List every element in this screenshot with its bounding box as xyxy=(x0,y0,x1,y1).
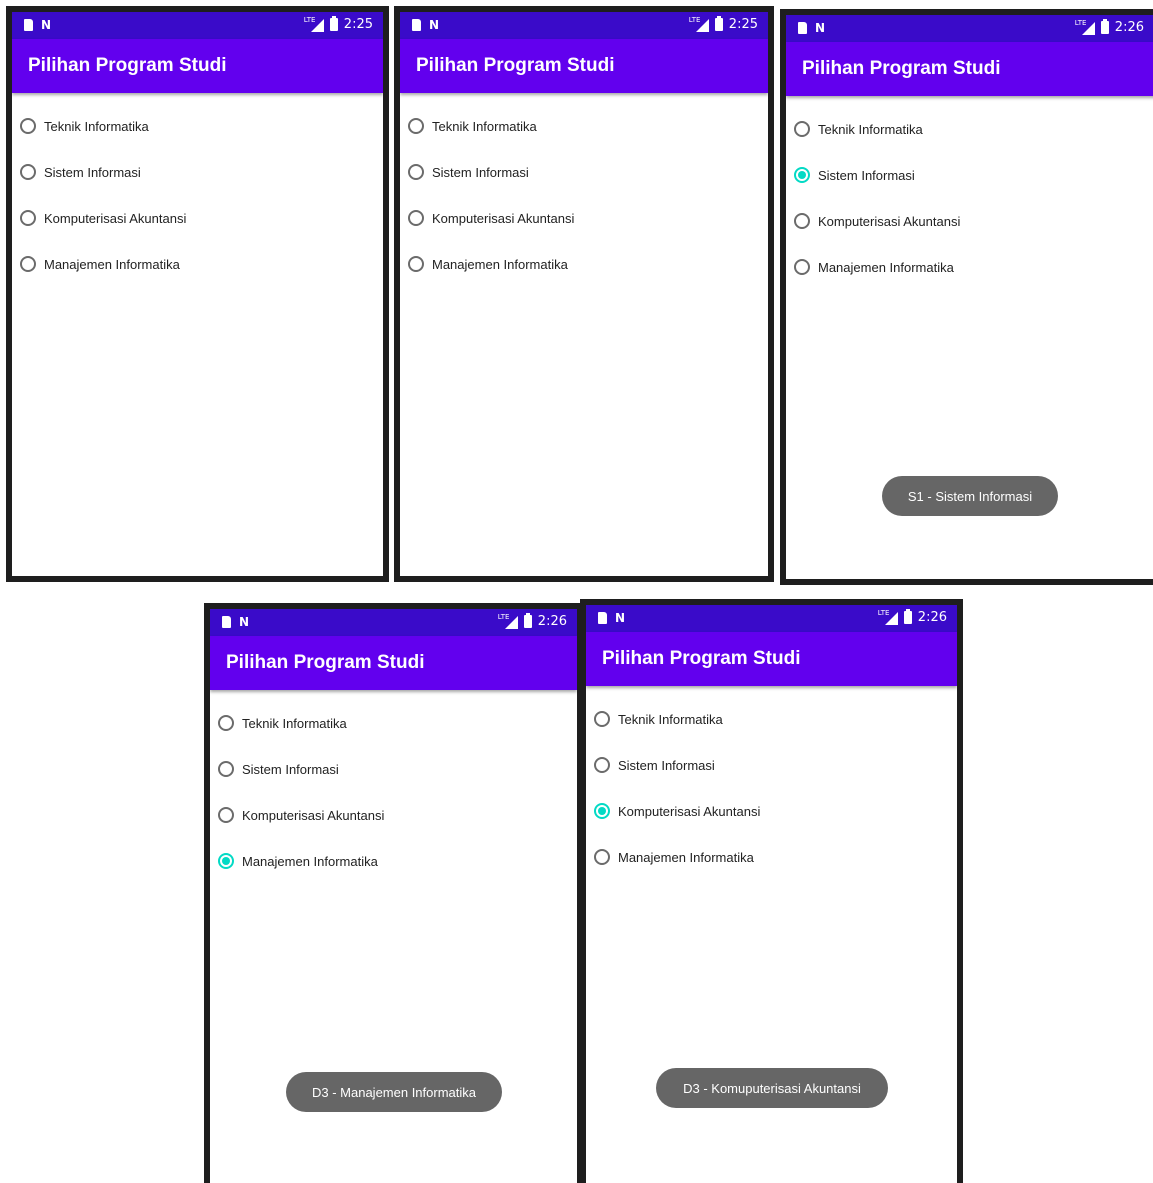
radio-option-sistem-informasi[interactable]: Sistem Informasi xyxy=(400,149,768,195)
toast-message: D3 - Manajemen Informatika xyxy=(286,1072,502,1112)
battery-icon xyxy=(714,16,723,31)
app-title: Pilihan Program Studi xyxy=(226,652,425,673)
radio-button-checked-icon[interactable] xyxy=(794,167,810,183)
sd-card-icon xyxy=(798,22,807,34)
radio-button-icon[interactable] xyxy=(408,210,424,226)
radio-button-icon[interactable] xyxy=(20,256,36,272)
status-bar: N LTE 2:25 xyxy=(12,12,383,39)
radio-group: Teknik Informatika Sistem Informasi Komp… xyxy=(400,93,768,287)
radio-group: Teknik Informatika Sistem Informasi Komp… xyxy=(586,686,957,880)
radio-option-teknik-informatika[interactable]: Teknik Informatika xyxy=(786,106,1153,152)
radio-button-icon[interactable] xyxy=(218,761,234,777)
status-bar: N LTE 2:25 xyxy=(400,12,768,39)
radio-option-teknik-informatika[interactable]: Teknik Informatika xyxy=(586,696,957,742)
phone-screen-4: N LTE 2:26 Pilihan Program Studi Teknik … xyxy=(204,603,583,1183)
notification-n-icon: N xyxy=(615,611,626,625)
radio-button-icon[interactable] xyxy=(594,849,610,865)
radio-button-icon[interactable] xyxy=(218,715,234,731)
phone-screen-1: N LTE 2:25 Pilihan Program Studi Teknik … xyxy=(6,6,389,582)
phone-screen-3: N LTE 2:26 Pilihan Program Studi Teknik … xyxy=(780,9,1153,585)
lte-signal-icon: LTE xyxy=(689,16,709,32)
status-time: 2:26 xyxy=(1114,20,1144,35)
radio-option-komputerisasi-akuntansi[interactable]: Komputerisasi Akuntansi xyxy=(786,198,1153,244)
radio-option-komputerisasi-akuntansi[interactable]: Komputerisasi Akuntansi xyxy=(400,195,768,241)
radio-group: Teknik Informatika Sistem Informasi Komp… xyxy=(786,96,1153,290)
app-title: Pilihan Program Studi xyxy=(416,55,615,76)
lte-signal-icon: LTE xyxy=(498,613,518,629)
radio-option-manajemen-informatika[interactable]: Manajemen Informatika xyxy=(786,244,1153,290)
notification-n-icon: N xyxy=(239,615,250,629)
battery-icon xyxy=(523,613,532,628)
lte-signal-icon: LTE xyxy=(304,16,324,32)
radio-option-komputerisasi-akuntansi[interactable]: Komputerisasi Akuntansi xyxy=(12,195,383,241)
phone-screen-2: N LTE 2:25 Pilihan Program Studi Teknik … xyxy=(394,6,774,582)
radio-button-checked-icon[interactable] xyxy=(218,853,234,869)
app-title: Pilihan Program Studi xyxy=(602,648,801,669)
toast-message: D3 - Komuputerisasi Akuntansi xyxy=(656,1068,888,1108)
phone-screen-5: N LTE 2:26 Pilihan Program Studi Teknik … xyxy=(580,599,963,1183)
radio-button-icon[interactable] xyxy=(794,259,810,275)
radio-option-manajemen-informatika[interactable]: Manajemen Informatika xyxy=(586,834,957,880)
sd-card-icon xyxy=(412,19,421,31)
status-time: 2:25 xyxy=(728,17,758,32)
radio-option-manajemen-informatika[interactable]: Manajemen Informatika xyxy=(210,838,577,884)
notification-n-icon: N xyxy=(41,18,52,32)
status-bar: N LTE 2:26 xyxy=(786,15,1153,42)
radio-button-icon[interactable] xyxy=(20,210,36,226)
notification-n-icon: N xyxy=(815,21,826,35)
radio-option-komputerisasi-akuntansi[interactable]: Komputerisasi Akuntansi xyxy=(586,788,957,834)
battery-icon xyxy=(903,609,912,624)
radio-button-checked-icon[interactable] xyxy=(594,803,610,819)
radio-option-manajemen-informatika[interactable]: Manajemen Informatika xyxy=(12,241,383,287)
status-bar: N LTE 2:26 xyxy=(210,609,577,636)
battery-icon xyxy=(1100,19,1109,34)
radio-button-icon[interactable] xyxy=(20,164,36,180)
app-bar: Pilihan Program Studi xyxy=(12,39,383,93)
status-time: 2:26 xyxy=(537,614,567,629)
radio-option-manajemen-informatika[interactable]: Manajemen Informatika xyxy=(400,241,768,287)
radio-option-komputerisasi-akuntansi[interactable]: Komputerisasi Akuntansi xyxy=(210,792,577,838)
status-bar: N LTE 2:26 xyxy=(586,605,957,632)
toast-message: S1 - Sistem Informasi xyxy=(882,476,1058,516)
app-bar: Pilihan Program Studi xyxy=(210,636,577,690)
status-time: 2:26 xyxy=(917,610,947,625)
radio-button-icon[interactable] xyxy=(408,256,424,272)
radio-button-icon[interactable] xyxy=(594,711,610,727)
sd-card-icon xyxy=(222,616,231,628)
notification-n-icon: N xyxy=(429,18,440,32)
app-bar: Pilihan Program Studi xyxy=(400,39,768,93)
radio-button-icon[interactable] xyxy=(794,121,810,137)
app-title: Pilihan Program Studi xyxy=(28,55,227,76)
radio-button-icon[interactable] xyxy=(794,213,810,229)
sd-card-icon xyxy=(24,19,33,31)
lte-signal-icon: LTE xyxy=(878,609,898,625)
sd-card-icon xyxy=(598,612,607,624)
status-time: 2:25 xyxy=(343,17,373,32)
radio-option-teknik-informatika[interactable]: Teknik Informatika xyxy=(12,103,383,149)
radio-group: Teknik Informatika Sistem Informasi Komp… xyxy=(12,93,383,287)
radio-option-teknik-informatika[interactable]: Teknik Informatika xyxy=(400,103,768,149)
app-bar: Pilihan Program Studi xyxy=(786,42,1153,96)
lte-signal-icon: LTE xyxy=(1075,19,1095,35)
battery-icon xyxy=(329,16,338,31)
radio-group: Teknik Informatika Sistem Informasi Komp… xyxy=(210,690,577,884)
radio-option-sistem-informasi[interactable]: Sistem Informasi xyxy=(210,746,577,792)
radio-button-icon[interactable] xyxy=(408,118,424,134)
app-bar: Pilihan Program Studi xyxy=(586,632,957,686)
radio-option-sistem-informasi[interactable]: Sistem Informasi xyxy=(12,149,383,195)
radio-button-icon[interactable] xyxy=(594,757,610,773)
radio-option-sistem-informasi[interactable]: Sistem Informasi xyxy=(786,152,1153,198)
radio-button-icon[interactable] xyxy=(408,164,424,180)
app-title: Pilihan Program Studi xyxy=(802,58,1001,79)
radio-option-sistem-informasi[interactable]: Sistem Informasi xyxy=(586,742,957,788)
radio-button-icon[interactable] xyxy=(218,807,234,823)
radio-option-teknik-informatika[interactable]: Teknik Informatika xyxy=(210,700,577,746)
radio-button-icon[interactable] xyxy=(20,118,36,134)
